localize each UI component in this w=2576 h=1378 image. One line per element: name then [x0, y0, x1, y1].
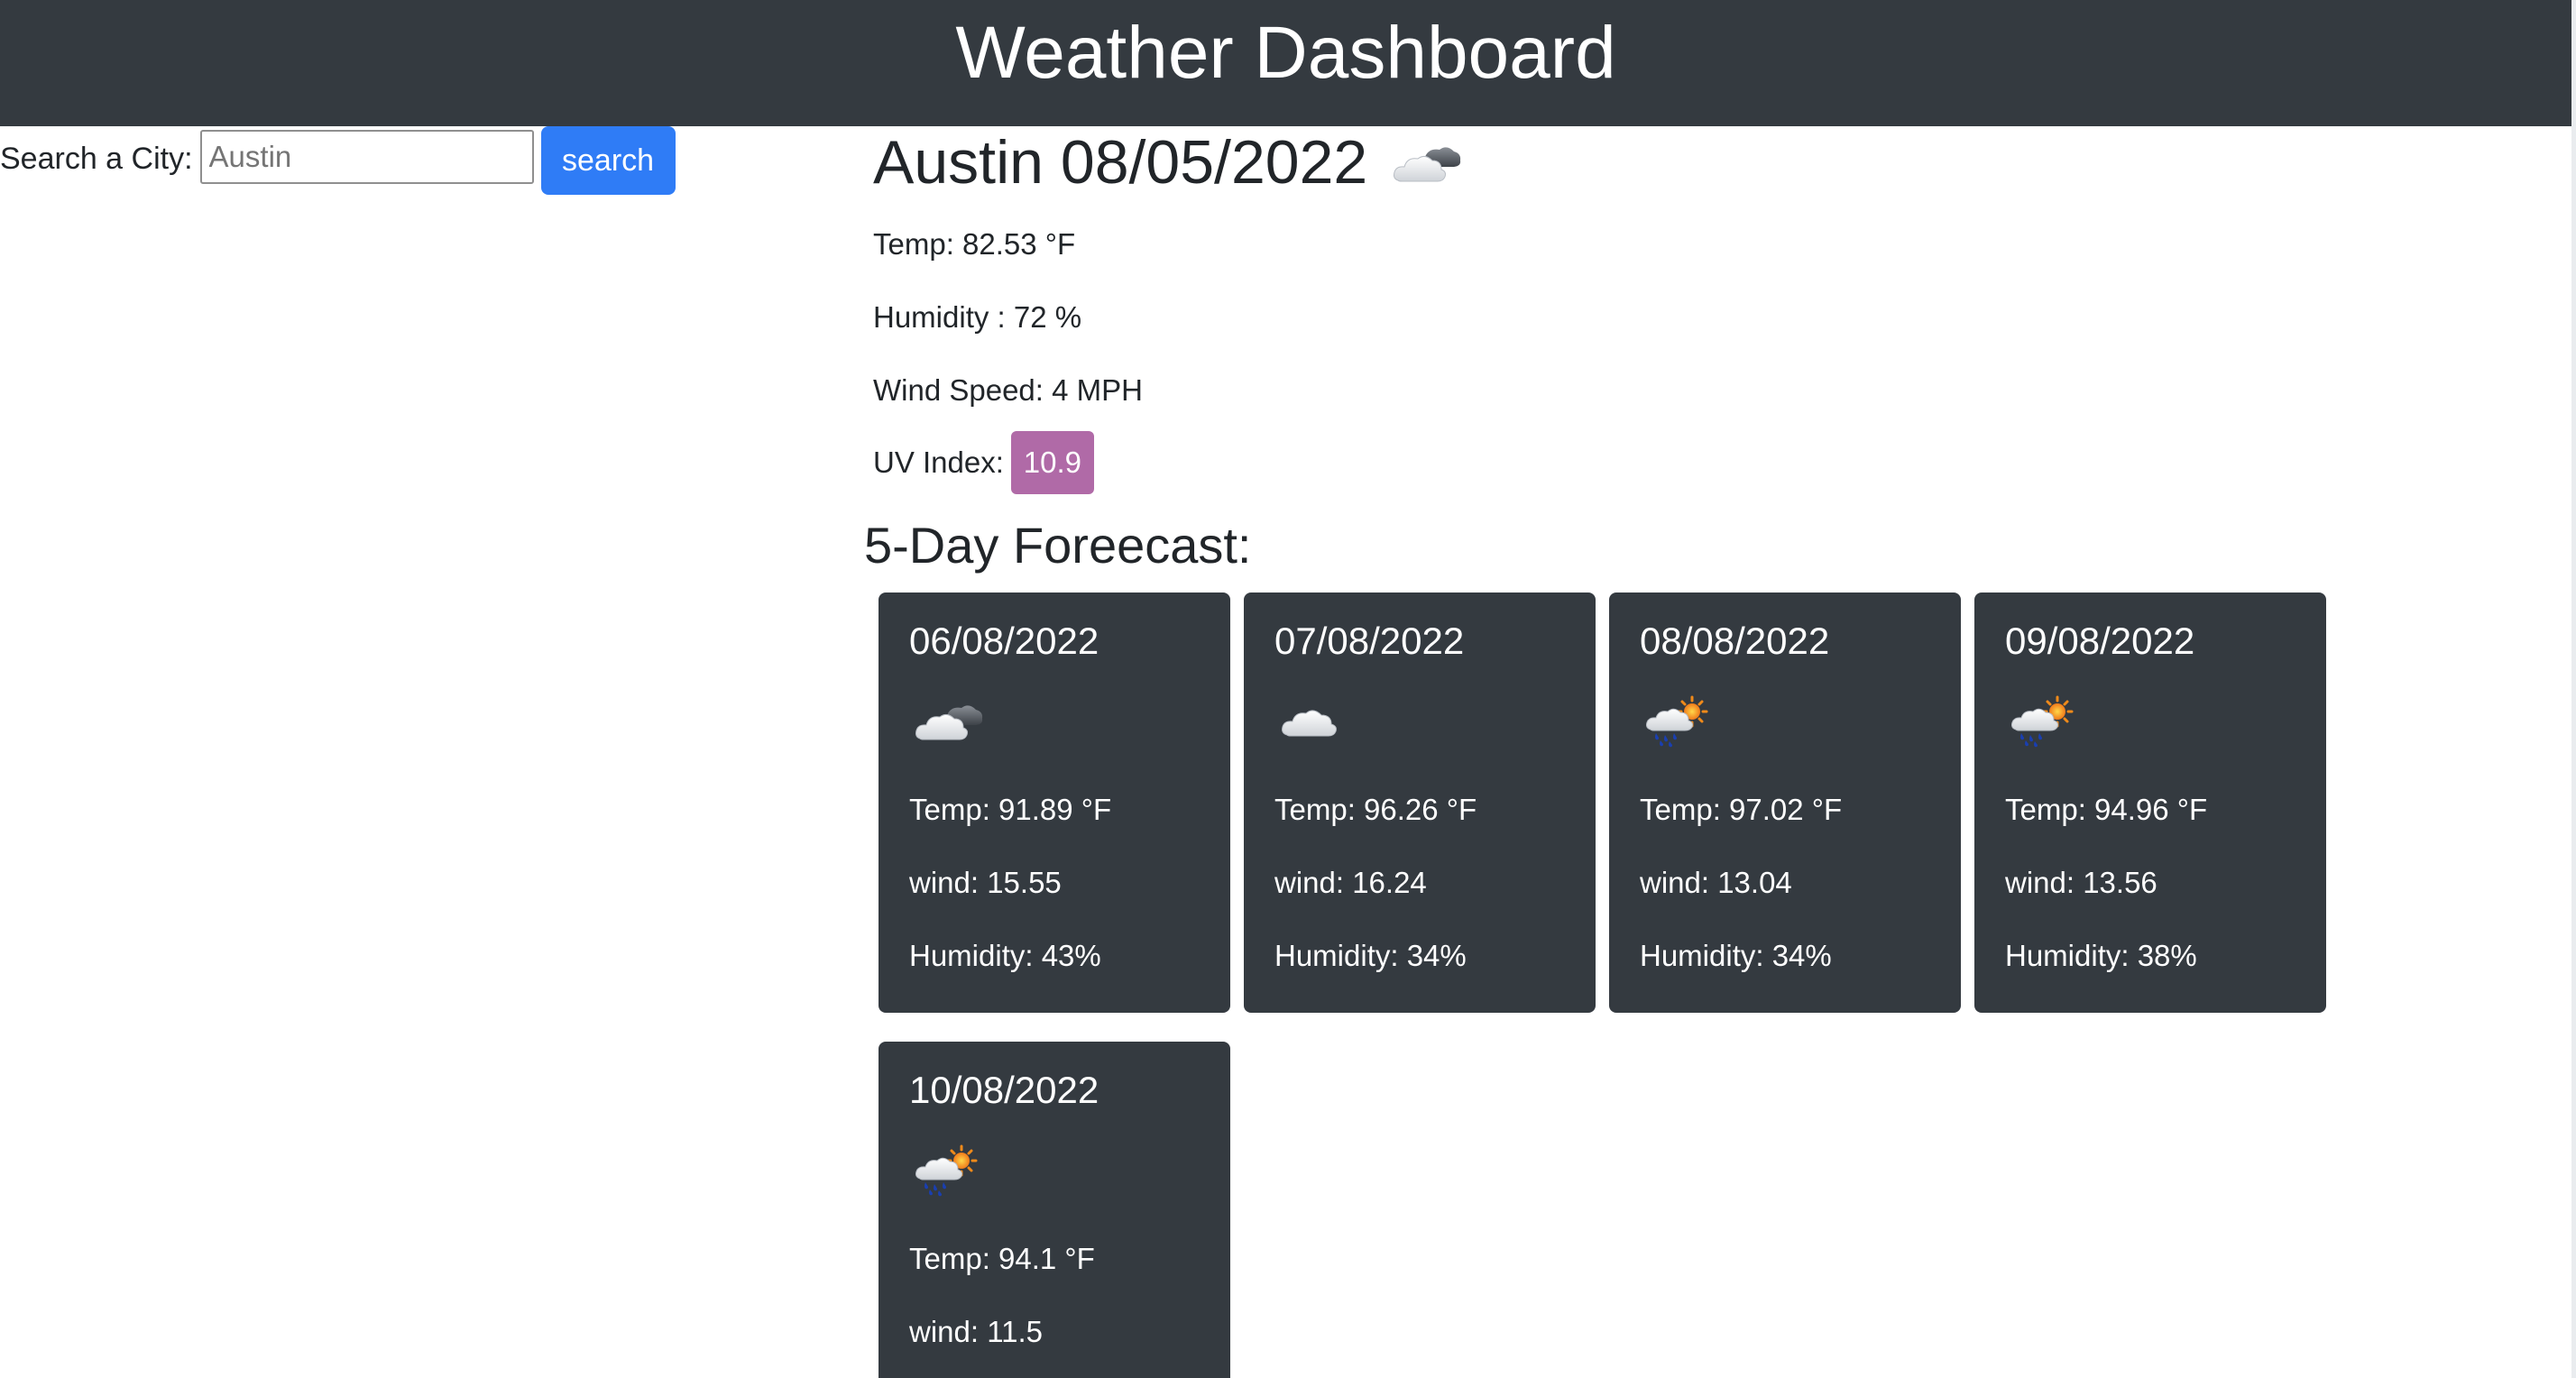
scrollbar-track[interactable]	[2571, 0, 2576, 1378]
uv-index-badge: 10.9	[1010, 431, 1094, 494]
forecast-date: 08/08/2022	[1640, 620, 1830, 662]
forecast-humidity: Humidity: 43%	[909, 939, 1101, 972]
city-date-title: Austin 08/05/2022	[873, 128, 1368, 197]
forecast-wind: wind: 11.5	[909, 1315, 1043, 1348]
forecast-wind: wind: 13.56	[2005, 866, 2157, 899]
forecast-temp: Temp: 94.1 °F	[909, 1242, 1095, 1275]
page-header: Weather Dashboard	[0, 0, 2571, 126]
uv-index-row: UV Index: 10.9	[873, 431, 1094, 494]
sun-rain-icon	[1643, 694, 1716, 748]
forecast-humidity: Humidity: 34%	[1274, 939, 1467, 972]
partly-cloudy-icon	[913, 694, 985, 748]
forecast-date: 07/08/2022	[1274, 620, 1465, 662]
current-temp: Temp: 82.53 °F	[873, 227, 1076, 261]
forecast-card: 07/08/2022 Temp: 96.26 °F wind: 16.24 Hu…	[1244, 593, 1596, 1013]
forecast-temp: Temp: 97.02 °F	[1640, 793, 1843, 826]
current-weather: Austin 08/05/2022	[873, 126, 1465, 198]
page-title: Weather Dashboard	[955, 12, 1616, 94]
search-input[interactable]	[199, 130, 534, 184]
forecast-card: 08/08/2022 Temp: 97.02 °F wind: 13.04 Hu…	[1609, 593, 1961, 1013]
forecast-wind: wind: 16.24	[1274, 866, 1427, 899]
forecast-temp: Temp: 94.96 °F	[2005, 793, 2208, 826]
cloud-icon	[1278, 694, 1350, 748]
forecast-temp: Temp: 91.89 °F	[909, 793, 1112, 826]
current-humidity: Humidity : 72 %	[873, 300, 1082, 334]
forecast-card: 06/08/2022 Temp: 91.89 °F wind: 15.55 Hu…	[879, 593, 1230, 1013]
forecast-date: 10/08/2022	[909, 1069, 1099, 1111]
current-wind: Wind Speed: 4 MPH	[873, 373, 1143, 407]
search-button[interactable]: search	[540, 126, 676, 195]
forecast-date: 06/08/2022	[909, 620, 1099, 662]
forecast-heading: 5-Day Foreecast:	[864, 517, 1252, 574]
current-heading: Austin 08/05/2022	[873, 126, 1465, 198]
forecast-card: 09/08/2022 Temp: 94.96 °F wind: 13.56 Hu…	[1974, 593, 2326, 1013]
search-label: Search a City:	[0, 141, 193, 176]
forecast-temp: Temp: 96.26 °F	[1274, 793, 1477, 826]
search-form: Search a City: search	[0, 126, 676, 195]
forecast-wind: wind: 13.04	[1640, 866, 1792, 899]
forecast-card: 10/08/2022 Temp: 94.1 °F wind: 11.5	[879, 1042, 1230, 1378]
sun-rain-icon	[2009, 694, 2081, 748]
forecast-humidity: Humidity: 34%	[1640, 939, 1832, 972]
forecast-humidity: Humidity: 38%	[2005, 939, 2197, 972]
uv-index-label: UV Index:	[873, 446, 1004, 479]
sun-rain-icon	[913, 1143, 985, 1197]
partly-cloudy-icon	[1389, 135, 1465, 189]
forecast-date: 09/08/2022	[2005, 620, 2195, 662]
forecast-wind: wind: 15.55	[909, 866, 1062, 899]
